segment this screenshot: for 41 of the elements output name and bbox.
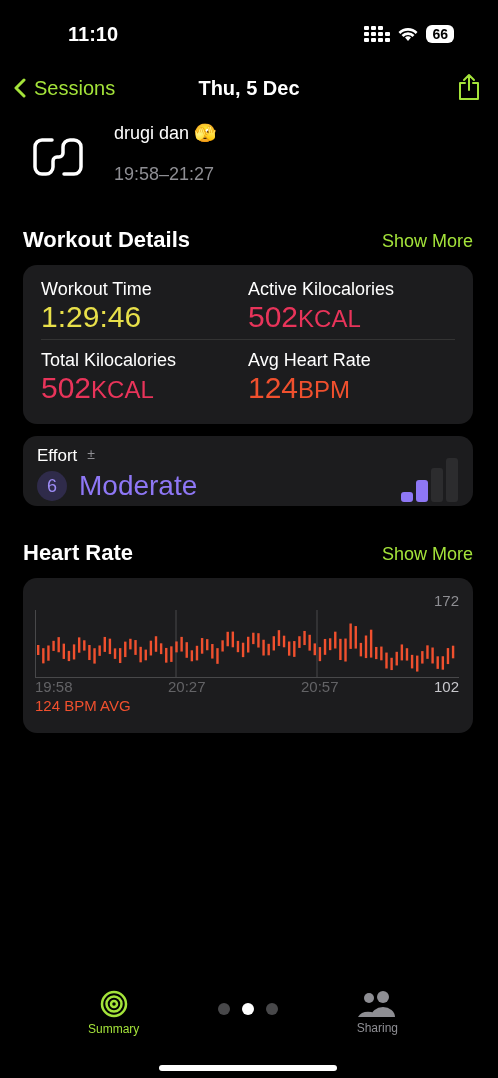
session-name: drugi dan 🫣 bbox=[114, 122, 217, 144]
metric-value: 1:29:46 bbox=[41, 300, 143, 333]
section-heading: Heart Rate bbox=[23, 540, 134, 566]
metric-label: Total Kilocalories bbox=[41, 350, 178, 371]
effort-label: Effort bbox=[37, 446, 78, 466]
metric-label: Active Kilocalories bbox=[248, 279, 396, 300]
time-label: 20:57 bbox=[300, 678, 339, 695]
page-dot[interactable] bbox=[266, 1003, 278, 1015]
page-dot[interactable] bbox=[218, 1003, 230, 1015]
metric-value: 502KCAL bbox=[248, 300, 362, 333]
chevron-left-icon bbox=[14, 78, 26, 98]
average-heart-rate: 124 BPM AVG bbox=[35, 697, 132, 714]
adjust-icon: ± bbox=[87, 446, 95, 466]
metric-value: 502KCAL bbox=[41, 371, 155, 404]
wifi-icon bbox=[398, 26, 419, 42]
page-dot[interactable] bbox=[242, 1003, 254, 1015]
nav-title: Thu, 5 Dec bbox=[198, 76, 300, 99]
session-time-range: 19:58–21:27 bbox=[114, 164, 216, 185]
sharing-tab[interactable]: Sharing bbox=[356, 991, 398, 1035]
show-more-link[interactable]: Show More bbox=[381, 544, 473, 565]
show-more-link[interactable]: Show More bbox=[381, 231, 473, 252]
share-icon bbox=[458, 72, 480, 101]
max-value: 172 bbox=[433, 592, 459, 609]
signal-icon bbox=[364, 26, 391, 42]
effort-card[interactable]: Effort ± 6 Moderate bbox=[23, 436, 473, 506]
effort-score: 6 bbox=[37, 471, 67, 501]
status-time: 11:10 bbox=[68, 22, 119, 46]
metric-value: 124BPM bbox=[248, 371, 352, 404]
effort-rating: Moderate bbox=[79, 470, 198, 502]
workout-type-icon bbox=[32, 136, 84, 178]
rings-icon bbox=[99, 990, 128, 1018]
summary-tab[interactable]: Summary bbox=[88, 990, 140, 1036]
back-button[interactable]: Sessions bbox=[14, 76, 116, 100]
time-label: 19:58 bbox=[35, 678, 73, 695]
section-heading: Workout Details bbox=[23, 227, 191, 253]
battery-level: 66 bbox=[426, 25, 454, 43]
people-icon bbox=[358, 991, 397, 1017]
metric-label: Workout Time bbox=[41, 279, 153, 300]
metric-label: Avg Heart Rate bbox=[248, 350, 372, 371]
min-value: 102 bbox=[433, 678, 459, 695]
time-label: 20:27 bbox=[168, 678, 206, 695]
